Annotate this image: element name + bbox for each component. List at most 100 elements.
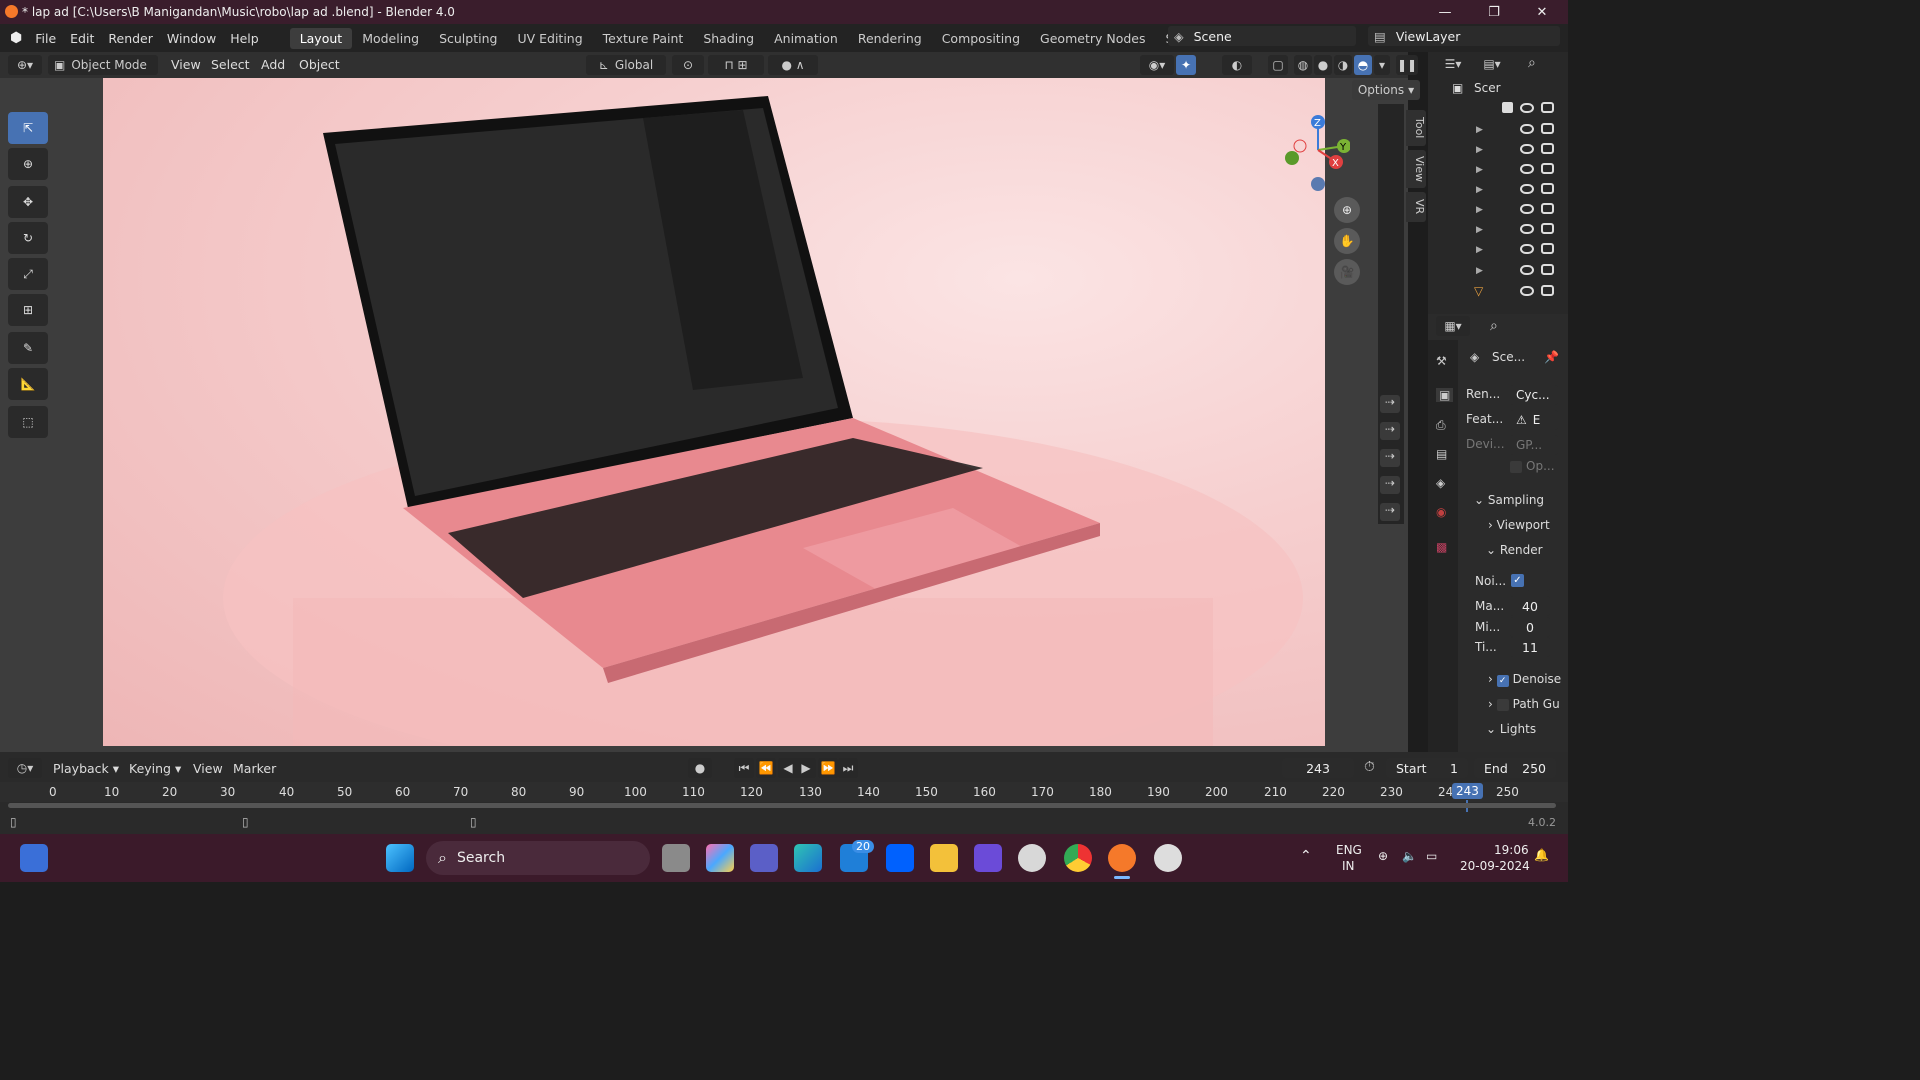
- expand-icon[interactable]: ▶: [1476, 145, 1483, 155]
- viewport-subpanel[interactable]: › Viewport: [1488, 518, 1550, 532]
- outliner-editor-button[interactable]: ☰▾: [1436, 54, 1470, 74]
- camera-icon[interactable]: [1541, 243, 1554, 254]
- pan-hand-icon[interactable]: ✋: [1334, 228, 1360, 254]
- start-icon[interactable]: [386, 844, 414, 872]
- menu-view[interactable]: View: [164, 57, 208, 72]
- select-box-tool[interactable]: ⇱: [8, 112, 48, 144]
- expand-icon[interactable]: ▶: [1476, 245, 1483, 255]
- tab-view[interactable]: View: [1406, 150, 1426, 188]
- menu-add[interactable]: Add: [254, 57, 292, 72]
- expand-icon[interactable]: ▶: [1476, 185, 1483, 195]
- eye-icon[interactable]: [1520, 265, 1534, 275]
- tab-shading[interactable]: Shading: [693, 28, 764, 49]
- dropbox-icon[interactable]: [886, 844, 914, 872]
- tab-texture-paint[interactable]: Texture Paint: [593, 28, 694, 49]
- tab-layout[interactable]: Layout: [289, 27, 353, 49]
- battery-icon[interactable]: ▭: [1426, 849, 1437, 863]
- teams-icon[interactable]: [750, 844, 778, 872]
- chrome-icon[interactable]: [1064, 844, 1092, 872]
- search-icon[interactable]: ⌕: [1528, 55, 1536, 71]
- scene-selector[interactable]: ◈ Scene: [1168, 26, 1356, 46]
- camera-icon[interactable]: [1541, 285, 1554, 296]
- volume-icon[interactable]: 🔈: [1402, 849, 1417, 863]
- max-samples-field[interactable]: 40: [1510, 596, 1550, 616]
- menu-object[interactable]: Object: [292, 57, 347, 72]
- feature-set-select[interactable]: ⚠ E: [1510, 410, 1558, 430]
- path-guiding-checkbox[interactable]: [1496, 698, 1509, 711]
- panel-arrow-icon[interactable]: ⇢: [1380, 503, 1400, 521]
- sampling-panel-header[interactable]: ⌄ Sampling: [1474, 493, 1544, 507]
- lights-subpanel[interactable]: ⌄ Lights: [1486, 722, 1536, 736]
- jump-end-button[interactable]: ⏭: [838, 758, 858, 778]
- eye-icon[interactable]: [1520, 144, 1534, 154]
- tab-compositing[interactable]: Compositing: [932, 28, 1030, 49]
- timeline-menu-view[interactable]: View: [186, 761, 230, 776]
- pivot-button[interactable]: ⊙: [672, 55, 704, 75]
- media-player-icon[interactable]: [1154, 844, 1182, 872]
- start-frame-field[interactable]: Start 1: [1386, 758, 1468, 778]
- collection-checkbox[interactable]: [1502, 102, 1513, 113]
- visibility-button[interactable]: ◉▾: [1140, 55, 1174, 75]
- timeline-editor-button[interactable]: ◷▾: [8, 758, 42, 778]
- timeline-scrollbar[interactable]: [8, 803, 1556, 808]
- texture-tab-icon[interactable]: ▩: [1436, 540, 1447, 554]
- menu-edit[interactable]: Edit: [63, 31, 101, 46]
- path-guiding-subpanel[interactable]: › Path Gu: [1488, 697, 1560, 711]
- rotate-tool[interactable]: ↻: [8, 222, 48, 254]
- tool-tab-icon[interactable]: ⚒: [1436, 354, 1447, 368]
- region-label[interactable]: IN: [1342, 859, 1355, 873]
- current-frame-field[interactable]: 243: [1282, 758, 1354, 778]
- close-button[interactable]: ✕: [1518, 0, 1566, 24]
- panel-arrow-icon[interactable]: ⇢: [1380, 395, 1400, 413]
- properties-editor-button[interactable]: ▦▾: [1436, 316, 1470, 336]
- jump-start-button[interactable]: ⏮: [734, 758, 754, 778]
- mode-selector[interactable]: ▣ Object Mode: [48, 55, 158, 75]
- scene-tab-icon[interactable]: ◈: [1436, 476, 1445, 490]
- timeline-menu-keying[interactable]: Keying ▾: [122, 761, 188, 776]
- camera-icon[interactable]: [1541, 102, 1554, 113]
- timeline-menu-marker[interactable]: Marker: [226, 761, 283, 776]
- navigation-gizmo[interactable]: Z Y X: [1280, 112, 1350, 196]
- cursor-tool[interactable]: ⊕: [8, 148, 48, 180]
- xray-button[interactable]: ▢: [1268, 55, 1288, 75]
- language-label[interactable]: ENG: [1336, 843, 1362, 857]
- clock-date[interactable]: 20-09-2024: [1460, 859, 1530, 873]
- tab-uv-editing[interactable]: UV Editing: [507, 28, 592, 49]
- world-tab-icon[interactable]: ◉: [1436, 505, 1446, 519]
- camera-icon[interactable]: [1541, 123, 1554, 134]
- tab-animation[interactable]: Animation: [764, 28, 848, 49]
- tab-vr[interactable]: VR: [1406, 192, 1426, 222]
- chevron-up-icon[interactable]: ⌃: [1300, 848, 1312, 864]
- panel-arrow-icon[interactable]: ⇢: [1380, 449, 1400, 467]
- eye-icon[interactable]: [1520, 103, 1534, 113]
- zoom-icon[interactable]: ⊕: [1334, 197, 1360, 223]
- eye-icon[interactable]: [1520, 286, 1534, 296]
- pause-render-button[interactable]: ❚❚: [1396, 55, 1418, 75]
- camera-icon[interactable]: [1541, 163, 1554, 174]
- denoise-subpanel[interactable]: › ✓ Denoise: [1488, 672, 1561, 687]
- snap-button[interactable]: ⊓ ⊞: [708, 55, 764, 75]
- tab-modeling[interactable]: Modeling: [352, 28, 429, 49]
- eye-icon[interactable]: [1520, 124, 1534, 134]
- tab-rendering[interactable]: Rendering: [848, 28, 932, 49]
- output-tab-icon[interactable]: ⎙: [1436, 418, 1446, 433]
- edge-icon[interactable]: [794, 844, 822, 872]
- blender-taskbar-icon[interactable]: [1108, 844, 1136, 872]
- viewlayer-tab-icon[interactable]: ▤: [1436, 447, 1447, 461]
- camera-icon[interactable]: [1541, 223, 1554, 234]
- notification-bell-icon[interactable]: 🔔: [1534, 848, 1549, 862]
- display-mode-button[interactable]: ▤▾: [1476, 54, 1508, 74]
- camera-icon[interactable]: [1541, 203, 1554, 214]
- device-select[interactable]: GP...: [1510, 435, 1558, 455]
- expand-icon[interactable]: ▶: [1476, 266, 1483, 276]
- maximize-button[interactable]: ❐: [1470, 0, 1518, 24]
- tab-geometry-nodes[interactable]: Geometry Nodes: [1030, 28, 1155, 49]
- copilot-icon[interactable]: [706, 844, 734, 872]
- solid-shading-button[interactable]: ●: [1314, 55, 1332, 75]
- wireframe-shading-button[interactable]: ◍: [1294, 55, 1312, 75]
- viewlayer-selector[interactable]: ▤ ViewLayer: [1368, 26, 1560, 46]
- expand-icon[interactable]: ▶: [1476, 205, 1483, 215]
- camera-icon[interactable]: [1541, 183, 1554, 194]
- taskbar-search[interactable]: ⌕ Search: [426, 841, 650, 875]
- measure-tool[interactable]: 📐: [8, 368, 48, 400]
